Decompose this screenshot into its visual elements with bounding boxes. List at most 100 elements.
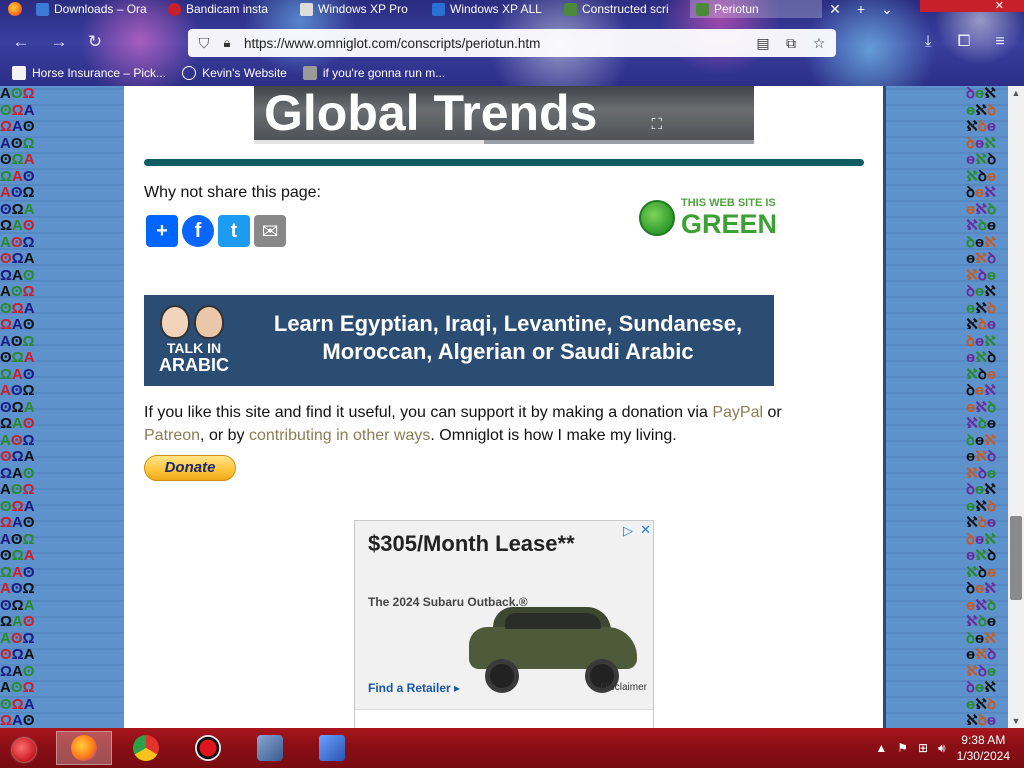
tab-favicon-icon xyxy=(432,2,445,16)
pattern-glyph: ɵℵꝺ xyxy=(966,497,997,515)
picture-in-picture-icon[interactable]: ⧉ xyxy=(780,33,802,53)
pattern-glyph: ΩAʘ xyxy=(0,217,35,234)
facebook-share-button[interactable]: f xyxy=(182,215,214,247)
fullscreen-icon[interactable]: ⛶ xyxy=(651,116,662,133)
new-tab-icon[interactable]: + xyxy=(848,1,874,17)
start-button[interactable] xyxy=(6,732,42,766)
contributing-link[interactable]: contributing in other ways xyxy=(249,427,430,444)
twitter-share-button[interactable]: t xyxy=(218,215,250,247)
email-share-button[interactable]: ✉ xyxy=(254,215,286,247)
bookmark-kevins-website[interactable]: Kevin's Website xyxy=(182,66,287,80)
flag-icon[interactable]: ⚑ xyxy=(897,741,908,755)
tab-periotun[interactable]: Periotun xyxy=(690,0,822,18)
pattern-glyph: ɵℵꝺ xyxy=(966,151,997,168)
pattern-glyph: AʘΩ xyxy=(0,679,35,696)
taskbar-bandicam[interactable] xyxy=(180,731,236,765)
banner-line-1: Learn Egyptian, Iraqi, Levantine, Sundan… xyxy=(273,311,743,336)
scrollbar-thumb[interactable] xyxy=(1010,516,1022,600)
pattern-glyph: ɵℵꝺ xyxy=(966,349,997,366)
back-icon[interactable]: ← xyxy=(10,31,32,53)
pattern-glyph: ΩAʘ xyxy=(0,563,35,581)
taskbar-virtualbox[interactable] xyxy=(242,731,298,765)
shield-icon[interactable]: ⛉ xyxy=(196,35,212,51)
extensions-icon[interactable]: ⧠ xyxy=(952,31,976,53)
pattern-glyph: ℵꝺɵ xyxy=(966,712,997,729)
find-retailer-link[interactable]: Find a Retailer ▸ xyxy=(368,681,460,695)
disclaimer-link[interactable]: Disclaimer xyxy=(600,682,647,693)
talk-in-arabic-banner[interactable]: TALK IN ARABIC Learn Egyptian, Iraqi, Le… xyxy=(144,295,774,386)
bookmarks-toolbar: Horse Insurance – Pick... Kevin's Websit… xyxy=(0,62,1024,84)
network-icon[interactable]: ⊞ xyxy=(918,741,928,755)
video-progress-bar[interactable] xyxy=(254,140,754,144)
pattern-glyph: ꝺɵℵ xyxy=(966,283,997,300)
window-close-icon[interactable]: ✕ xyxy=(920,0,1024,12)
lock-icon[interactable]: 🔒︎ xyxy=(220,35,234,51)
car-image xyxy=(463,599,643,694)
hero-title: Global Trends xyxy=(264,86,598,141)
pattern-glyph: ℵꝺɵ xyxy=(966,563,997,581)
chevron-down-icon[interactable]: ⌄ xyxy=(874,1,900,18)
pattern-glyph: ɵℵꝺ xyxy=(966,547,997,564)
taskbar-firefox[interactable] xyxy=(56,731,112,765)
firefox-menu-icon[interactable] xyxy=(0,0,30,18)
bookmark-star-icon[interactable]: ☆ xyxy=(808,33,830,53)
pattern-glyph: ɵℵꝺ xyxy=(966,448,997,465)
pattern-glyph: ʘΩA xyxy=(0,349,35,366)
pattern-glyph: AʘΩ xyxy=(0,580,35,597)
bookmark-if-youre-gonna[interactable]: if you're gonna run m... xyxy=(302,66,445,80)
tab-downloads[interactable]: Downloads – Ora xyxy=(30,0,162,18)
pattern-glyph: ꝺɵℵ xyxy=(966,382,997,399)
pattern-glyph: ꝺɵℵ xyxy=(966,629,997,647)
tab-favicon-icon xyxy=(36,2,49,16)
tab-bandicam[interactable]: Bandicam insta xyxy=(162,0,294,18)
pattern-glyph: ꝺɵℵ xyxy=(966,86,997,102)
car-advertisement[interactable]: $305/Month Lease** ▷ ✕ The 2024 Subaru O… xyxy=(354,520,654,728)
start-orb-icon xyxy=(12,738,36,762)
ad-choices-icon[interactable]: ▷ xyxy=(623,523,633,539)
url-text[interactable]: https://www.omniglot.com/conscripts/peri… xyxy=(244,36,752,51)
pattern-glyph: AʘΩ xyxy=(0,431,35,449)
nav-bar: ← → ↻ ⛉ 🔒︎ https://www.omniglot.com/cons… xyxy=(0,26,1024,58)
green-website-badge[interactable]: THIS WEB SITE IS GREEN xyxy=(639,188,799,248)
ad-close-icon[interactable]: ✕ xyxy=(640,522,651,538)
scroll-up-icon[interactable]: ▲ xyxy=(1008,86,1024,100)
share-plus-button[interactable]: + xyxy=(146,215,178,247)
patreon-link[interactable]: Patreon xyxy=(144,427,200,444)
close-tab-icon[interactable]: ✕ xyxy=(822,1,848,18)
windows-xp-icon xyxy=(319,735,345,761)
reader-view-icon[interactable]: ▤ xyxy=(752,33,774,53)
banner-line-2: Moroccan, Algerian or Saudi Arabic xyxy=(322,339,694,364)
volume-icon[interactable]: 🔊︎ xyxy=(938,741,946,756)
taskbar-xp-installer[interactable] xyxy=(304,731,360,765)
pattern-glyph: ΩAʘ xyxy=(0,415,35,432)
windows-taskbar: ▲ ⚑ ⊞ 🔊︎ 9:38 AM 1/30/2024 xyxy=(0,728,1024,768)
pattern-glyph: AʘΩ xyxy=(0,332,35,350)
page-scrollbar[interactable]: ▲ ▼ xyxy=(1008,86,1024,728)
donate-button[interactable]: Donate xyxy=(144,455,236,481)
scroll-down-icon[interactable]: ▼ xyxy=(1008,714,1024,728)
system-tray: ▲ ⚑ ⊞ 🔊︎ 9:38 AM 1/30/2024 xyxy=(870,728,1024,768)
pattern-glyph: ɵℵꝺ xyxy=(966,695,997,713)
pattern-glyph: ʘΩA xyxy=(0,596,35,614)
pattern-glyph: ʘΩA xyxy=(0,695,35,713)
forward-icon[interactable]: → xyxy=(48,31,70,53)
pattern-glyph: ΩAʘ xyxy=(0,266,35,284)
bookmark-horse-insurance[interactable]: Horse Insurance – Pick... xyxy=(12,66,166,80)
tab-constructed-scripts[interactable]: Constructed scri xyxy=(558,0,690,18)
address-bar[interactable]: ⛉ 🔒︎ https://www.omniglot.com/conscripts… xyxy=(188,29,836,57)
paypal-link[interactable]: PayPal xyxy=(712,404,763,421)
hero-video[interactable]: Global Trends ⛶ xyxy=(254,86,754,144)
reload-icon[interactable]: ↻ xyxy=(84,31,106,53)
right-pattern-background: ꝺɵℵ ɵℵꝺ ℵꝺɵ ꝺɵℵ ɵℵꝺ ℵꝺɵ ꝺɵℵ ɵℵꝺ ℵꝺɵ ꝺɵℵ ɵℵꝺ ℵꝺɵ ꝺɵℵ ɵ… xyxy=(886,86,1008,728)
pattern-glyph: ꝺɵℵ xyxy=(966,332,997,350)
tab-windows-xp-pro[interactable]: Windows XP Pro xyxy=(294,0,426,18)
divider xyxy=(144,159,864,166)
clock[interactable]: 9:38 AM 1/30/2024 xyxy=(957,732,1010,764)
hamburger-menu-icon[interactable]: ≡ xyxy=(988,31,1012,53)
show-hidden-icons[interactable]: ▲ xyxy=(875,741,887,755)
tab-windows-xp-all[interactable]: Windows XP ALL xyxy=(426,0,558,18)
main-content: Global Trends ⛶ Why not share this page:… xyxy=(124,86,886,728)
taskbar-chrome[interactable] xyxy=(118,731,174,765)
download-icon[interactable]: ⤓ xyxy=(916,31,940,53)
page-viewport: AʘΩ ʘΩA ΩAʘ AʘΩ ʘΩA ΩAʘ AʘΩ ʘΩA ΩAʘ AʘΩ ʘΩA ΩAʘ AʘΩ ʘ… xyxy=(0,86,1008,728)
